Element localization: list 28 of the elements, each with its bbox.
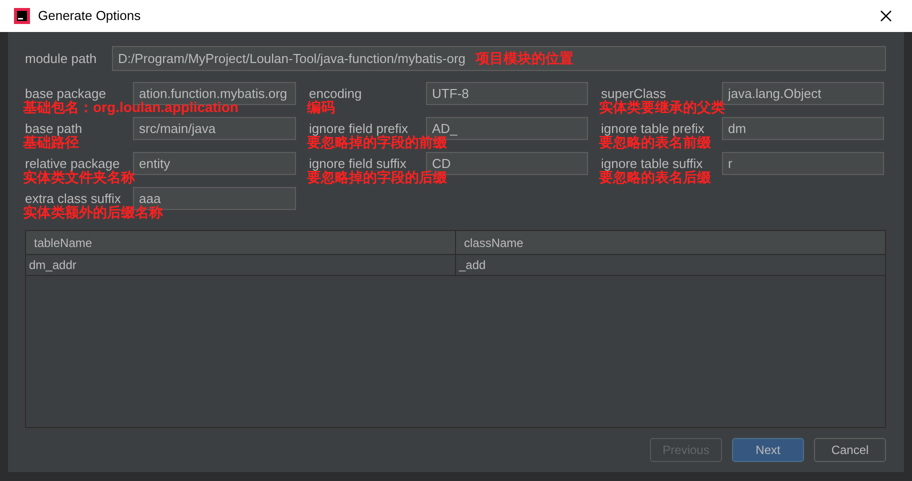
field-label: extra class suffix (25, 190, 121, 206)
field-label: encoding (309, 84, 363, 101)
table-cell: _add (455, 255, 885, 276)
field-label: base package (25, 84, 107, 101)
field-label: ignore table prefix (601, 120, 704, 136)
annotation: 项目模块的位置 (476, 49, 574, 68)
annotation: 实体类要继承的父类 (599, 99, 725, 115)
field-label: ignore field prefix (309, 120, 408, 136)
field-label: base path (25, 120, 84, 136)
table-cell: dm_addr (26, 255, 455, 276)
field-label: module path (25, 50, 98, 68)
dialog-button[interactable]: Cancel (814, 438, 886, 462)
app-logo-icon (14, 8, 30, 24)
input-field[interactable]: r (722, 152, 884, 175)
input-field[interactable]: dm (722, 117, 884, 140)
input-field[interactable]: UTF-8 (426, 82, 588, 105)
input-field[interactable]: src/main/java (133, 117, 296, 140)
input-field[interactable]: D:/Program/MyProject/Loulan-Tool/java-function/mybatis-org 项目模块的位置 (112, 46, 886, 71)
field-label: ignore field suffix (309, 154, 406, 171)
window-title: Generate Options (38, 7, 141, 26)
field-label: ignore table suffix (601, 154, 703, 171)
field-label: relative package (25, 154, 120, 171)
annotation: 基础路径 (23, 134, 79, 150)
field-label: superClass (601, 84, 666, 101)
close-icon[interactable] (880, 10, 892, 22)
annotation: 编码 (307, 99, 335, 115)
dialog-button[interactable]: Next (732, 438, 804, 462)
annotation: 实体类文件夹名称 (23, 169, 135, 185)
